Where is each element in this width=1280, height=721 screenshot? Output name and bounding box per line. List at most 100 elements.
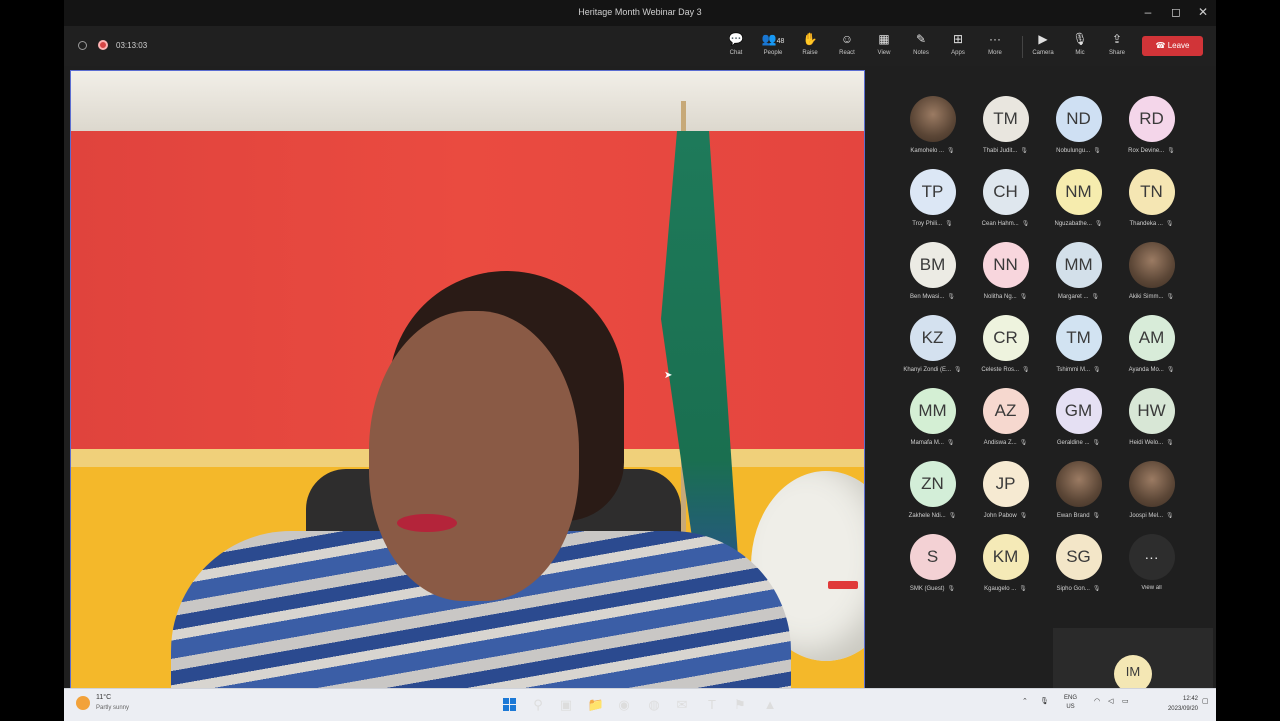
mic-muted-icon: 🎙 [1091,294,1100,300]
participant-name-text: Celeste Ros... [981,367,1020,373]
participant-tile[interactable]: SG Sipho Gon... 🎙 [1042,534,1115,592]
participant-tile[interactable]: TP Troy Phili... 🎙 [896,169,969,227]
participant-tile[interactable]: CH Cean Hahm... 🎙 [969,169,1042,227]
participant-tile[interactable]: GM Geraldine ... 🎙 [1042,388,1115,446]
wifi-icon[interactable]: ◠ [1094,697,1100,705]
share-button[interactable]: ⇪ Share [1102,32,1132,56]
participant-name: Geraldine ... 🎙 [1042,439,1115,446]
participant-tile[interactable]: AM Ayanda Mo... 🎙 [1115,315,1188,373]
react-icon: ☺ [840,32,854,46]
mic-button[interactable]: 🎙 Mic [1065,32,1095,56]
participant-tile[interactable]: AZ Andiswa Z... 🎙 [969,388,1042,446]
participant-tile[interactable]: HW Heidi Welo... 🎙 [1115,388,1188,446]
file-explorer-icon[interactable]: 📁 [586,695,606,715]
mic-muted-icon: 🎙 [1019,294,1028,300]
outlook-icon[interactable]: ✉ [672,695,692,715]
chat-label: Chat [729,50,743,56]
participant-name-text: Tshimmi M... [1056,367,1091,373]
more-button[interactable]: ··· More [980,32,1010,56]
participant-tile[interactable]: TN Thandeka ... 🎙 [1115,169,1188,227]
people-label: People [763,50,783,56]
chevron-up-icon[interactable]: ⌃ [1022,697,1028,705]
start-icon[interactable] [500,695,520,715]
participant-tile[interactable]: NM Nguzabathe... 🎙 [1042,169,1115,227]
battery-icon[interactable]: ▭ [1122,697,1129,705]
participant-avatar: AZ [982,388,1029,434]
view-icon: ▦ [878,32,890,46]
participant-name: Tshimmi M... 🎙 [1042,366,1115,373]
participant-avatar: GM [1055,388,1102,434]
participant-tile[interactable]: KZ Khanyi Zondi (E... 🎙 [896,315,969,373]
participant-photo [909,96,956,142]
participant-avatar: NM [1055,169,1102,215]
view-button[interactable]: ▦ View [869,32,899,56]
minimize-button[interactable]: – [1140,5,1156,19]
taskbar-clock[interactable]: 12:42 2023/09/20 [1144,694,1198,714]
participant-name: Thandeka ... 🎙 [1115,220,1188,227]
participant-tile[interactable]: NN Nolitha Ng... 🎙 [969,242,1042,300]
meeting-status-icon [78,41,87,50]
windows-logo-icon [500,695,520,714]
participant-avatar: ND [1055,96,1102,142]
participant-tile[interactable]: KM Kgaugelo ... 🎙 [969,534,1042,592]
video-speaker-lips [397,514,457,532]
maximize-button[interactable]: ◻ [1168,5,1184,19]
participant-tile[interactable]: JP John Pabow 🎙 [969,461,1042,519]
close-button[interactable]: ✕ [1195,5,1211,19]
participant-name-text: Ewan Brand [1056,513,1090,519]
participant-tile[interactable]: Joospi Mel... 🎙 [1115,461,1188,519]
participant-name: Margaret ... 🎙 [1042,293,1115,300]
participant-tile[interactable]: ZN Zakhele Ndi... 🎙 [896,461,969,519]
volume-icon[interactable]: ◁ [1108,697,1113,705]
leave-button[interactable]: ☎ Leave [1142,36,1203,56]
chat-icon: 💬 [728,32,744,46]
vlc-icon[interactable]: ▲ [760,695,780,715]
participant-tile[interactable]: CR Celeste Ros... 🎙 [969,315,1042,373]
participant-name: Kamohelo ... 🎙 [896,147,969,154]
more-label: More [988,50,1002,56]
notification-icon[interactable]: ▢ [1202,697,1209,705]
teams-icon[interactable]: T [702,695,722,715]
pin-app-icon[interactable]: ⚑ [730,695,750,715]
clock-date: 2023/09/20 [1167,706,1198,712]
participant-avatar: KZ [909,315,956,361]
language-code: ENG [1064,695,1078,701]
search-icon[interactable]: ⚲ [528,695,548,715]
mic-muted-icon: 🎙 [1166,513,1174,519]
participant-name-text: Kamohelo ... [910,148,945,154]
participant-tile[interactable]: MM Margaret ... 🎙 [1042,242,1115,300]
mic-muted-icon: 🎙 [1166,367,1175,373]
participant-tile[interactable]: RD Rox Devine... 🎙 [1115,96,1188,154]
edge-icon[interactable]: ◉ [614,695,634,715]
language-indicator[interactable]: ENG US [1064,694,1077,712]
raise-button[interactable]: ✋ Raise [795,32,825,56]
react-button[interactable]: ☺ React [832,32,862,56]
participant-tile[interactable]: Kamohelo ... 🎙 [896,96,969,154]
participant-name-text: Khanyi Zondi (E... [903,367,952,373]
participant-tile[interactable]: Ewan Brand 🎙 [1042,461,1115,519]
participant-avatar: S [909,534,956,580]
view-label: View [877,50,891,56]
participant-tile[interactable]: S SMK (Guest) 🎙 [896,534,969,592]
task-view-icon[interactable]: ▣ [556,695,576,715]
main-video-feed[interactable] [70,70,865,690]
participant-avatar: RD [1128,96,1175,142]
mic-tray-icon[interactable]: 🎙 [1040,697,1049,705]
mic-muted-icon: 🎙 [1165,221,1174,227]
participant-tile[interactable]: TM Thabi Judit... 🎙 [969,96,1042,154]
apps-button[interactable]: ⊞ Apps [943,32,973,56]
participant-tile[interactable]: BM Ben Mwasi... 🎙 [896,242,969,300]
participant-tile[interactable]: MM Mamafa M... 🎙 [896,388,969,446]
participant-tile[interactable]: ND Nobulungu... 🎙 [1042,96,1115,154]
participant-name: Nolitha Ng... 🎙 [969,293,1042,300]
people-button[interactable]: 👥48 People [758,32,788,56]
notes-button[interactable]: ✎ Notes [906,32,936,56]
participant-name-text: Heidi Welo... [1129,440,1164,446]
participant-tile[interactable]: Akiki Simm... 🎙 [1115,242,1188,300]
chat-button[interactable]: 💬 Chat [721,32,751,56]
mic-muted-icon: 🎙 [1019,586,1027,592]
participant-tile[interactable]: TM Tshimmi M... 🎙 [1042,315,1115,373]
camera-button[interactable]: ▶ Camera [1028,32,1058,56]
chrome-icon[interactable]: ◍ [644,695,664,715]
view-all-participants[interactable]: ··· View all [1115,534,1188,591]
